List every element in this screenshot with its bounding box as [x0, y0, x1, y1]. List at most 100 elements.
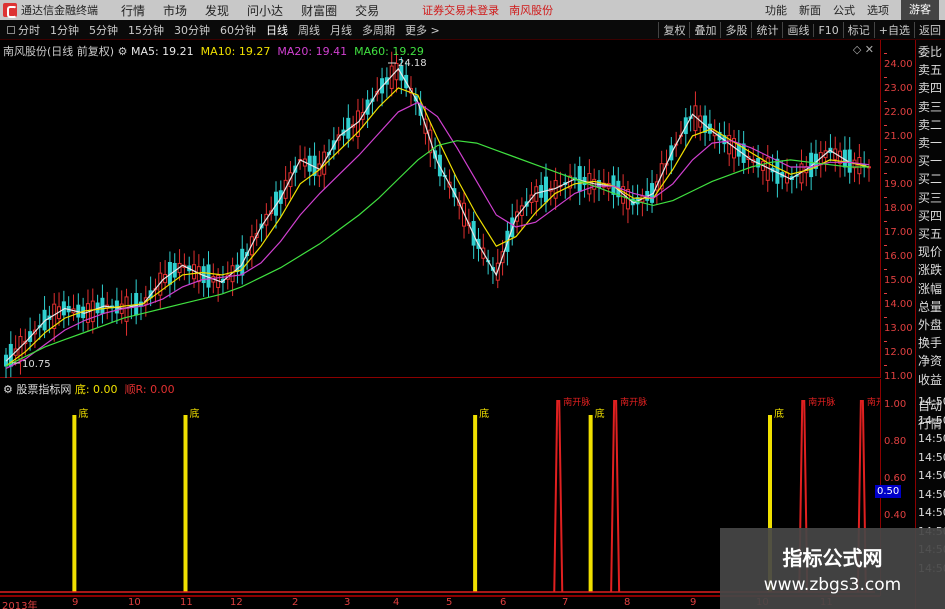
bottom-signal-bar — [473, 415, 478, 592]
btn-mark[interactable]: 标记 — [842, 22, 874, 38]
menu-quotes[interactable]: 行情 — [121, 2, 145, 19]
candle-body — [611, 175, 616, 195]
ma-line-ma5 — [5, 67, 870, 362]
bottom-signal-bar — [588, 415, 593, 592]
trade-time: 14:50 — [918, 506, 945, 519]
quote-label: 净资 — [918, 354, 943, 369]
title-bar: 通达信金融终端 行情 市场 发现 问小达 财富圈 交易 证券交易未登录 南风股份… — [0, 0, 945, 20]
low-price-annotation: 10.75 — [22, 359, 51, 370]
candle-body — [847, 149, 852, 173]
guest-button[interactable]: 游客 — [901, 0, 939, 20]
candle-body — [206, 264, 211, 288]
top-signal-label: 南开脉 — [808, 396, 835, 408]
candle-body — [90, 300, 95, 323]
period-daily[interactable]: 日线 — [266, 22, 288, 38]
ma-line-ma10 — [5, 87, 870, 367]
candle-body — [577, 166, 582, 192]
quote-label: 卖四 — [918, 81, 943, 96]
indicator-cursor-value: 0.50 — [875, 485, 901, 498]
trade-time: 14:50 — [918, 395, 945, 408]
app-logo-icon — [3, 3, 17, 18]
indicator-tick-label: 0.40 — [884, 510, 907, 521]
panel-icons: ◇ ✕ — [853, 43, 874, 56]
ma5-value: MA5: 19.21 — [130, 45, 194, 58]
menu-trade[interactable]: 交易 — [355, 2, 379, 19]
period-toolbar: 分时 1分钟 5分钟 15分钟 30分钟 60分钟 日线 周线 月线 多周期 更… — [0, 20, 945, 40]
diamond-icon[interactable]: ◇ — [853, 43, 861, 56]
settings-gear-icon[interactable]: ⚙ — [118, 45, 131, 58]
quote-label: 收益 — [918, 372, 943, 387]
period-60min[interactable]: 60分钟 — [220, 22, 256, 38]
trade-time: 14:50 — [918, 432, 945, 445]
bottom-signal-label: 底 — [595, 407, 605, 420]
btn-multi-stock[interactable]: 多股 — [720, 22, 751, 38]
menu-discover[interactable]: 发现 — [205, 2, 229, 19]
btn-draw[interactable]: 画线 — [782, 22, 813, 38]
period-30min[interactable]: 30分钟 — [174, 22, 210, 38]
period-timeshare[interactable]: 分时 — [7, 22, 40, 38]
app-name: 通达信金融终端 — [21, 4, 98, 17]
quote-label: 涨幅 — [918, 281, 943, 296]
date-tick-label: 2 — [292, 597, 299, 608]
price-tick-label: 22.00 — [884, 96, 915, 118]
quote-label: 现价 — [918, 245, 943, 260]
btn-back[interactable]: 返回 — [914, 22, 945, 38]
trade-time: 14:50 — [918, 487, 945, 501]
top-right-menu: 功能 新面 公式 选项 游客 — [759, 0, 945, 20]
menu-wealth[interactable]: 财富圈 — [301, 2, 337, 19]
menu-formula[interactable]: 公式 — [833, 2, 855, 18]
ma60-value: MA60: 19.29 — [354, 45, 424, 58]
btn-overlay[interactable]: 叠加 — [689, 22, 720, 38]
quote-label: 卖五 — [918, 63, 943, 78]
price-chart-panel[interactable]: 南风股份(日线 前复权) ⚙ MA5: 19.21 MA10: 19.27 MA… — [0, 40, 880, 378]
menu-options[interactable]: 选项 — [867, 2, 889, 18]
chart-title: 南风股份(日线 前复权) — [3, 45, 115, 58]
candle-body — [765, 157, 770, 181]
price-tick-label: 16.00 — [884, 240, 915, 262]
menu-market[interactable]: 市场 — [163, 2, 187, 19]
price-tick-label: 12.00 — [884, 336, 915, 358]
indicator-tick-label: 1.00 — [884, 399, 907, 410]
period-monthly[interactable]: 月线 — [330, 22, 352, 38]
quote-label: 买一 — [918, 154, 943, 169]
date-tick-label: 5 — [446, 597, 453, 608]
top-signal-label: 南开脉 — [563, 396, 590, 408]
quote-label: 买四 — [918, 208, 943, 223]
period-weekly[interactable]: 周线 — [298, 22, 320, 38]
btn-add-favorite[interactable]: +自选 — [873, 22, 914, 38]
price-tick-label: 17.00 — [884, 216, 915, 238]
period-1min[interactable]: 1分钟 — [50, 22, 79, 38]
quote-label: 买五 — [918, 227, 943, 241]
ma-line-ma20 — [5, 101, 870, 369]
btn-stats[interactable]: 统计 — [751, 22, 782, 38]
period-5min[interactable]: 5分钟 — [89, 22, 118, 38]
menu-assistant[interactable]: 问小达 — [247, 2, 283, 19]
candle-body — [857, 157, 862, 175]
date-tick-label: 11 — [180, 597, 193, 608]
quote-label: 卖一 — [918, 136, 943, 150]
btn-f10[interactable]: F10 — [813, 23, 842, 37]
top-signal-label: 南开脉 — [867, 396, 880, 408]
quote-label: 买三 — [918, 190, 943, 205]
login-status[interactable]: 证券交易未登录 — [422, 2, 499, 18]
toolbar-right: 复权 叠加 多股 统计 画线 F10 标记 +自选 返回 — [658, 20, 945, 40]
btn-adjust[interactable]: 复权 — [658, 22, 689, 38]
price-axis: 24.00 23.00 22.00 21.00 20.00 19.00 18.00 17.00… — [880, 40, 915, 382]
watermark: 指标公式网 www.zbgs3.com — [720, 528, 945, 609]
candle-body — [553, 180, 558, 199]
date-tick-label: 7 — [562, 597, 569, 608]
date-tick-label: 6 — [500, 597, 507, 608]
price-chart: 24.18 10.75 — [4, 51, 871, 378]
price-tick-label: 14.00 — [884, 288, 915, 310]
period-more[interactable]: 更多 > — [405, 22, 440, 38]
watermark-title: 指标公式网 — [782, 546, 883, 570]
price-tick-label: 13.00 — [884, 312, 915, 334]
menu-function[interactable]: 功能 — [765, 2, 787, 18]
bottom-signal-bar — [183, 415, 188, 592]
period-15min[interactable]: 15分钟 — [128, 22, 164, 38]
bottom-signal-bar — [72, 415, 77, 592]
close-icon[interactable]: ✕ — [865, 43, 874, 56]
ma10-value: MA10: 19.27 — [200, 45, 271, 58]
period-multi[interactable]: 多周期 — [362, 22, 395, 38]
menu-new-page[interactable]: 新面 — [799, 2, 821, 18]
